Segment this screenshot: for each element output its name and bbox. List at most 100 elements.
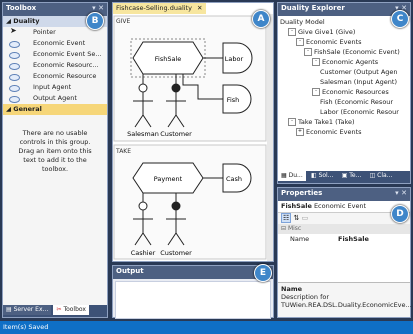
tree-node[interactable]: - Economic Agents (280, 57, 408, 67)
tree-node[interactable]: + Economic Events (280, 127, 408, 137)
tree-node[interactable]: - Take Take1 (Take) (280, 117, 408, 127)
property-description-text: Description for TUWien.REA.DSL.Duality.E… (281, 293, 412, 309)
categorized-icon[interactable]: ☷ (281, 213, 292, 223)
tree-node-label: Salesman (Input Agent) (320, 78, 398, 86)
close-icon[interactable]: ✕ (197, 4, 202, 12)
toolbox-item[interactable]: Output Agent (3, 93, 107, 104)
output-title: Output (116, 267, 144, 275)
tree-node-label: FishSale (Economic Event) (314, 48, 400, 56)
tree-node[interactable]: Salesman (Input Agent) (280, 77, 408, 87)
ellipse-icon (9, 63, 20, 70)
toolbox-group-duality-label: Duality (13, 17, 40, 25)
cashier-label: Cashier (131, 249, 156, 257)
tree-node[interactable]: - Give Give1 (Give) (280, 27, 408, 37)
tree-node[interactable]: Duality Model (280, 17, 408, 27)
collapse-icon[interactable]: - (304, 48, 312, 56)
labor-label: Labor (225, 55, 244, 63)
property-row-name[interactable]: Name FishSale (278, 234, 410, 244)
output-title-bar: Output ▾ ✕ (113, 266, 273, 279)
collapse-icon[interactable]: - (288, 28, 296, 36)
toolbox-item[interactable]: Economic Resource (3, 71, 107, 82)
properties-panel: Properties ▾ ✕ FishSale Economic Event ☷… (277, 187, 412, 318)
collapse-triangle-icon: ◢ (6, 105, 11, 113)
tree-node[interactable]: - FishSale (Economic Event) (280, 47, 408, 57)
cash-label: Cash (226, 175, 242, 183)
agent-cashier-head[interactable] (138, 201, 148, 211)
editor-area: Fishcase-Selling.duality ✕ GIVE FishSale… (112, 2, 274, 262)
output-content[interactable] (115, 281, 271, 319)
collapse-icon[interactable]: - (312, 58, 320, 66)
badge-a: A (252, 10, 270, 28)
properties-title-bar: Properties ▾ ✕ (278, 188, 410, 201)
collapse-icon[interactable]: - (288, 118, 296, 126)
agent-customer-take-head[interactable] (171, 201, 181, 211)
toolbox-item-label: Economic Event Se... (33, 50, 102, 58)
status-text: Item(s) Saved (3, 323, 49, 331)
ellipse-icon (9, 52, 20, 59)
tab-team-label: Te... (349, 172, 362, 179)
tab-toolbox[interactable]: ✂ Toolbox (53, 305, 89, 315)
tree-node-label: Customer (Output Agen (320, 68, 398, 76)
collapse-icon[interactable]: - (312, 88, 320, 96)
property-category-label: Misc (287, 225, 302, 232)
editor-tab[interactable]: Fishcase-Selling.duality ✕ (113, 3, 206, 14)
take-swimlane-label: TAKE (115, 148, 131, 155)
duality-explorer-panel: Duality Explorer ▾ ✕ Duality Model - Give … (277, 2, 411, 184)
tree-node[interactable]: - Economic Events (280, 37, 408, 47)
toolbox-group-general[interactable]: ◢ General (3, 104, 107, 115)
tab-class[interactable]: ◫ Cla... (367, 171, 396, 181)
tab-class-label: Cla... (377, 172, 393, 179)
duality-diagram: GIVE FishSale Labor Fish Salesman Custom… (113, 15, 267, 260)
tree-node-label: Take Take1 (Take) (298, 118, 355, 126)
toolbox-item[interactable]: Economic Resourc... (3, 60, 107, 71)
property-name-value[interactable]: FishSale (338, 234, 369, 244)
properties-empty-area (278, 244, 410, 282)
toolbox-item[interactable]: Economic Event (3, 38, 107, 49)
salesman-label: Salesman (127, 130, 159, 138)
alphabetical-icon[interactable]: ⇅ (294, 214, 300, 222)
give-swimlane (113, 15, 267, 142)
tab-toolbox-label: Toolbox (63, 306, 86, 313)
property-pages-icon[interactable]: ▭ (302, 214, 309, 222)
property-description-title: Name (281, 285, 303, 293)
tab-duality-explorer[interactable]: ▦ Du... (278, 171, 306, 181)
tree-node-label: Economic Agents (322, 58, 379, 66)
tab-team[interactable]: ▣ Te... (339, 171, 365, 181)
toolbox-item-label: Output Agent (33, 94, 77, 102)
tree-node-label: Economic Resources (322, 88, 389, 96)
agent-salesman-head[interactable] (138, 83, 148, 93)
tab-solution[interactable]: ◧ Sol... (308, 171, 336, 181)
toolbox-empty-text: There are no usable controls in this gro… (18, 129, 92, 173)
selected-object-type: Economic Event (313, 202, 367, 210)
property-category-misc[interactable]: ⊟ Misc (278, 224, 410, 234)
status-bar: Item(s) Saved (0, 321, 413, 334)
give-swimlane-label: GIVE (116, 18, 131, 25)
toolbox-item[interactable]: Economic Event Se... (3, 49, 107, 60)
pin-close-icons[interactable]: ▾ ✕ (395, 189, 407, 198)
output-panel: Output ▾ ✕ (112, 265, 274, 319)
tab-server-explorer[interactable]: ▤ Server Ex... (3, 305, 52, 315)
explorer-title: Duality Explorer (281, 4, 345, 12)
customer-take-label: Customer (160, 249, 192, 257)
tree-node-label: Give Give1 (Give) (298, 28, 356, 36)
tree-node[interactable]: - Economic Resources (280, 87, 408, 97)
agent-customer-head[interactable] (171, 83, 181, 93)
selected-object-name: FishSale (281, 202, 312, 210)
tree-node[interactable]: Customer (Output Agen (280, 67, 408, 77)
toolbox-item[interactable]: Input Agent (3, 82, 107, 93)
tree-node-label: Economic Events (306, 128, 362, 136)
tree-node[interactable]: Labor (Economic Resour (280, 107, 408, 117)
toolbox-group-general-label: General (13, 105, 42, 113)
toolbox-item-label: Economic Resourc... (33, 61, 99, 69)
tree-node-label: Duality Model (280, 18, 325, 26)
toolbox-item-label: Economic Event (33, 39, 86, 47)
tab-server-explorer-label: Server Ex... (13, 306, 49, 313)
class-icon: ◫ (369, 172, 376, 179)
tree-node-label: Fish (Economic Resour (320, 98, 394, 106)
expand-icon[interactable]: + (296, 128, 304, 136)
toolbox-title: Toolbox (6, 4, 37, 12)
toolbox-item-label: Input Agent (33, 83, 72, 91)
tree-node[interactable]: Fish (Economic Resour (280, 97, 408, 107)
collapse-icon[interactable]: - (296, 38, 304, 46)
tab-duality-explorer-label: Du... (288, 172, 303, 179)
